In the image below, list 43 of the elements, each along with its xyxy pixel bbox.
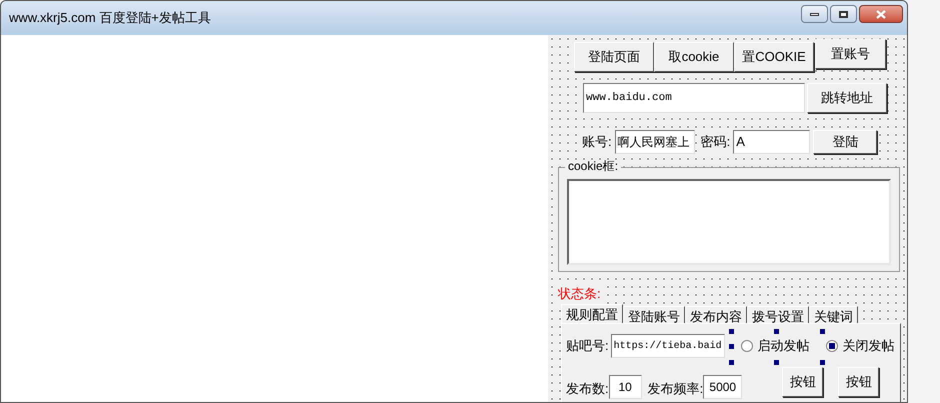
radio-label: 启动发帖 [758, 337, 810, 356]
tab[interactable]: 拨号设置 [747, 306, 809, 323]
tab[interactable]: 发布内容 [685, 306, 747, 323]
url-field[interactable]: www.baidu.com [583, 83, 805, 113]
toolbar-button[interactable]: 取cookie [654, 42, 734, 72]
close-button[interactable] [859, 5, 903, 23]
selection-handle-icon[interactable] [729, 344, 734, 349]
maximize-button[interactable] [830, 5, 857, 23]
tab[interactable]: 规则配置 [561, 304, 623, 323]
selection-handle-icon[interactable] [820, 329, 825, 334]
login-button[interactable]: 登陆 [813, 130, 878, 154]
password-label: 密码: [700, 132, 730, 152]
tieba-label: 贴吧号: [566, 337, 609, 356]
action-button[interactable]: 按钮 [838, 367, 880, 397]
action-button[interactable]: 按钮 [782, 367, 824, 397]
tab[interactable]: 关键词 [809, 306, 858, 323]
selection-handle-icon[interactable] [820, 360, 825, 365]
account-label: 账号: [582, 132, 612, 152]
count-label: 发布数: [566, 380, 609, 398]
toolbar-button[interactable]: 置COOKIE [734, 42, 814, 72]
password-field[interactable]: A [733, 130, 810, 154]
selection-handle-icon[interactable] [774, 329, 779, 334]
status-label: 状态条: [558, 284, 601, 304]
frequency-label: 发布频率: [648, 380, 704, 398]
account-field[interactable]: 啊人民网塞上 [614, 130, 695, 154]
selection-handle-icon[interactable] [729, 329, 734, 334]
radio-button[interactable] [826, 340, 838, 352]
frequency-field[interactable]: 5000 [703, 375, 742, 399]
count-field[interactable]: 10 [608, 375, 642, 399]
cookie-label: cookie框: [565, 160, 622, 172]
minimize-button[interactable] [801, 5, 828, 23]
goto-button[interactable]: 跳转地址 [807, 83, 887, 113]
tab[interactable]: 登陆账号 [623, 306, 685, 323]
tieba-field[interactable]: https://tieba.baid [610, 334, 725, 358]
toolbar-button[interactable]: 登陆页面 [574, 42, 654, 72]
radio-label: 关闭发帖 [842, 337, 895, 356]
radio-button[interactable] [740, 340, 753, 352]
cookie-field[interactable] [567, 179, 891, 265]
close-icon [876, 10, 886, 18]
selection-handle-icon[interactable] [729, 360, 734, 365]
selection-handle-icon[interactable] [774, 360, 779, 365]
window-title: www.xkrj5.com 百度登陆+发帖工具 [9, 9, 211, 28]
toolbar-button[interactable]: 置账号 [815, 39, 886, 69]
